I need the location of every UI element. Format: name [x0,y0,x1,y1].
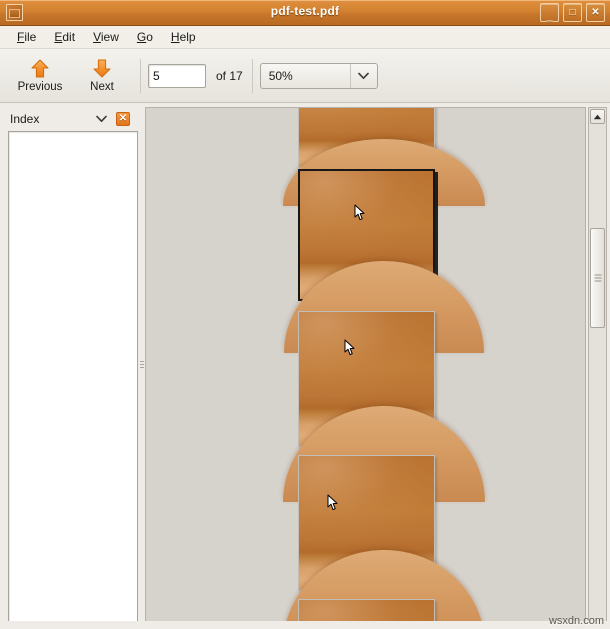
pdf-viewer-window: pdf-test.pdf _ □ ✕ File Edit View Go Hel… [0,0,610,629]
menu-go-rest: o [146,30,153,44]
menu-edit-rest: dit [62,30,76,44]
main-content: Index ✕ [0,103,610,629]
page-total-label: of 17 [216,68,243,83]
sidebar-header: Index ✕ [2,107,138,131]
sidebar-title: Index [10,112,40,126]
statusbar [0,621,610,629]
index-list[interactable] [8,131,138,623]
menu-file-rest: ile [24,30,37,44]
pdf-page-thumbnail[interactable] [282,108,486,207]
document-icon [6,4,23,21]
grip-lines-icon [140,361,144,371]
menu-go-mnemonic: G [136,30,147,44]
document-view[interactable] [145,107,586,625]
scrollbar-thumb[interactable] [590,228,605,328]
page-number-input[interactable]: 5 [148,63,206,88]
arrow-down-icon [93,59,111,78]
pdf-page-thumbnail[interactable] [282,455,486,624]
scroll-up-button[interactable] [590,109,605,124]
grip-lines-icon [594,274,601,282]
menu-help-rest: elp [179,30,196,44]
toolbar: Previous Next 5 of 17 50% [0,49,610,103]
previous-page-button[interactable]: Previous [9,51,71,101]
window-title: pdf-test.pdf [270,4,340,18]
minimize-icon: _ [546,9,553,22]
next-page-label: Next [90,81,114,93]
toolbar-separator-1 [140,58,141,93]
window-titlebar: pdf-test.pdf _ □ ✕ [0,0,610,26]
menu-help-mnemonic: H [170,30,180,44]
close-button[interactable]: ✕ [586,3,605,22]
watermark-text: wsxdn.com [548,615,604,627]
close-icon: ✕ [118,113,128,124]
menu-view-mnemonic: V [93,30,101,44]
menu-item-view[interactable]: View [84,28,128,46]
minimize-button[interactable]: _ [540,3,559,22]
chevron-down-icon[interactable] [94,112,108,126]
next-page-button[interactable]: Next [71,51,133,101]
menu-item-file[interactable]: File [8,28,45,46]
pdf-page-thumbnail-selected[interactable] [284,169,484,353]
maximize-button[interactable]: □ [563,3,582,22]
menu-view-rest: iew [100,30,119,44]
window-controls: _ □ ✕ [540,3,605,22]
scroll-up-arrow-icon [593,114,602,119]
menu-item-edit[interactable]: Edit [45,28,84,46]
close-icon: ✕ [591,6,600,18]
sidebar-close-button[interactable]: ✕ [116,112,130,126]
index-sidebar: Index ✕ [2,107,138,625]
zoom-select[interactable]: 50% [259,62,378,89]
menubar: File Edit View Go Help [0,26,610,49]
menu-item-help[interactable]: Help [162,28,205,46]
menu-item-go[interactable]: Go [128,28,162,46]
previous-page-label: Previous [17,81,63,93]
page-strip [146,108,585,624]
maximize-icon: □ [569,6,576,18]
vertical-scrollbar[interactable] [588,107,607,625]
chevron-down-icon [349,63,377,88]
zoom-value: 50% [268,68,293,83]
toolbar-separator-2 [251,58,253,93]
arrow-up-icon [31,59,49,78]
pdf-page-thumbnail[interactable] [282,311,486,503]
